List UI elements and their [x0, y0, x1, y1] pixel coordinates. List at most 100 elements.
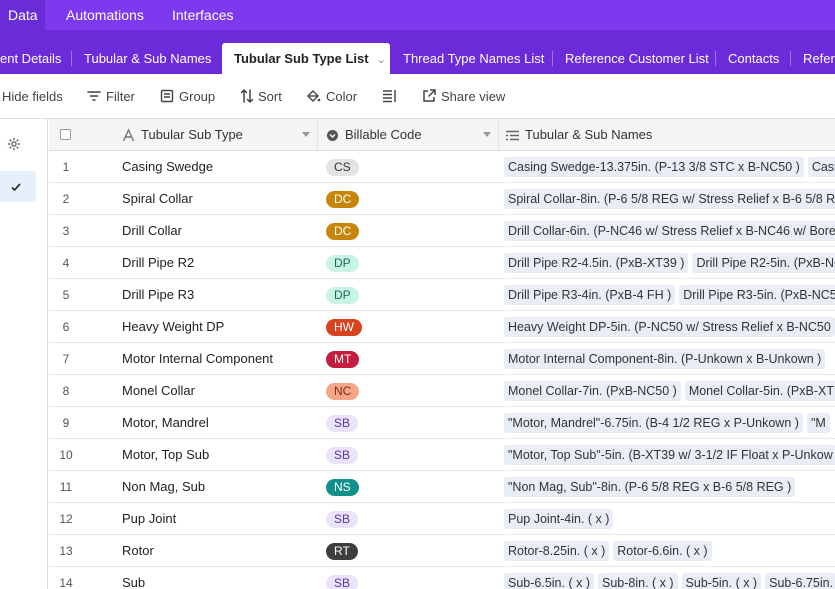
billable-code-badge[interactable]: RT — [326, 543, 358, 560]
select-all-checkbox[interactable] — [60, 129, 71, 140]
table-row[interactable]: 12 Pup Joint SB Pup Joint-4in. ( x ) — [49, 503, 835, 535]
linked-records-cell[interactable]: Drill Collar-6in. (P-NC46 w/ Stress Reli… — [504, 215, 835, 247]
billable-code-badge[interactable]: CS — [326, 159, 359, 176]
filter-button[interactable]: Filter — [86, 74, 146, 119]
sub-type-cell[interactable]: Motor, Mandrel — [122, 407, 209, 439]
sub-type-cell[interactable]: Rotor — [122, 535, 154, 567]
billable-code-badge[interactable]: DC — [326, 223, 360, 240]
column-header-tubular-sub-names[interactable]: Tubular & Sub Names — [505, 119, 835, 151]
linked-records-cell[interactable]: "Motor, Top Sub"-5in. (B-XT39 w/ 3-1/2 I… — [504, 439, 835, 471]
sub-type-cell[interactable]: Casing Swedge — [122, 151, 213, 183]
sub-type-cell[interactable]: Sub — [122, 567, 145, 589]
table-row[interactable]: 5 Drill Pipe R3 DP Drill Pipe R3-4in. (PxB-… — [49, 279, 835, 311]
linked-records-cell[interactable]: Pup Joint-4in. ( x ) — [504, 503, 835, 535]
linked-records-cell[interactable]: Spiral Collar-8in. (P-6 5/8 REG w/ Stres… — [504, 183, 835, 215]
table-row[interactable]: 11 Non Mag, Sub NS "Non Mag, Sub"-8in. (P-6… — [49, 471, 835, 503]
sub-type-cell[interactable]: Non Mag, Sub — [122, 471, 205, 503]
tab-reference-customer-list[interactable]: Reference Customer List — [565, 43, 709, 74]
billable-code-badge[interactable]: MT — [326, 351, 360, 368]
column-header-billable-code[interactable]: Billable Code — [326, 119, 501, 151]
linked-records-cell[interactable]: "Non Mag, Sub"-8in. (P-6 5/8 REG x B-6 5… — [504, 471, 835, 503]
linked-records-cell[interactable]: Drill Pipe R3-4in. (PxB-4 FH ) Drill Pipe… — [504, 279, 835, 311]
table-row[interactable]: 3 Drill Collar DC Drill Collar-6in. (P-NC46… — [49, 215, 835, 247]
linked-record-chip[interactable]: Rotor-6.6in. ( x ) — [613, 541, 712, 561]
billable-code-badge[interactable]: DP — [326, 255, 359, 272]
share-view-button[interactable]: Share view — [421, 74, 505, 119]
linked-records-cell[interactable]: "Motor, Mandrel"-6.75in. (B-4 1/2 REG x … — [504, 407, 835, 439]
linked-record-chip[interactable]: Monel Collar-5in. (PxB-XT — [684, 381, 835, 401]
linked-record-chip[interactable]: Drill Pipe R2-4.5in. (PxB-XT39 ) — [504, 253, 689, 273]
sub-type-cell[interactable]: Monel Collar — [122, 375, 195, 407]
billable-code-badge[interactable]: DC — [326, 191, 360, 208]
linked-record-chip[interactable]: "M — [806, 413, 830, 433]
linked-record-chip[interactable]: Drill Pipe R3-5in. (PxB-NC5 — [679, 285, 835, 305]
nav-data[interactable]: Data — [0, 0, 45, 30]
selected-view-item[interactable] — [0, 171, 36, 202]
table-row[interactable]: 8 Monel Collar NC Monel Collar-7in. (PxB-NC… — [49, 375, 835, 407]
table-row[interactable]: 9 Motor, Mandrel SB "Motor, Mandrel"-6.75in… — [49, 407, 835, 439]
table-row[interactable]: 10 Motor, Top Sub SB "Motor, Top Sub"-5in. … — [49, 439, 835, 471]
nav-automations[interactable]: Automations — [66, 0, 144, 30]
group-button[interactable]: Group — [159, 74, 221, 119]
tab-thread-type-names-list[interactable]: Thread Type Names List — [403, 43, 544, 74]
linked-record-chip[interactable]: Spiral Collar-8in. (P-6 5/8 REG w/ Stres… — [504, 189, 835, 209]
billable-code-badge[interactable]: DP — [326, 287, 359, 304]
sub-type-cell[interactable]: Spiral Collar — [122, 183, 193, 215]
sub-type-cell[interactable]: Pup Joint — [122, 503, 176, 535]
linked-records-cell[interactable]: Monel Collar-7in. (PxB-NC50 ) Monel Colla… — [504, 375, 835, 407]
sub-type-cell[interactable]: Heavy Weight DP — [122, 311, 224, 343]
table-row[interactable]: 14 Sub SB Sub-6.5in. ( x ) Sub-8in. ( x ) Sub… — [49, 567, 835, 589]
column-header-sub-type[interactable]: Tubular Sub Type — [122, 119, 317, 151]
tab-contacts[interactable]: Contacts — [728, 43, 779, 74]
linked-record-chip[interactable]: "Motor, Mandrel"-6.75in. (B-4 1/2 REG x … — [504, 413, 803, 433]
sub-type-cell[interactable]: Drill Pipe R2 — [122, 247, 194, 279]
linked-record-chip[interactable]: Motor Internal Component-8in. (P-Unkown … — [504, 349, 826, 369]
linked-record-chip[interactable]: Sub-5in. ( x ) — [681, 573, 762, 589]
table-row[interactable]: 6 Heavy Weight DP HW Heavy Weight DP-5in. (… — [49, 311, 835, 343]
linked-record-chip[interactable]: Heavy Weight DP-5in. (P-NC50 w/ Stress R… — [504, 317, 835, 337]
column-menu-icon[interactable] — [302, 132, 310, 137]
billable-code-badge[interactable]: SB — [326, 575, 359, 589]
table-row[interactable]: 7 Motor Internal Component MT Motor Interna… — [49, 343, 835, 375]
sub-type-cell[interactable]: Motor, Top Sub — [122, 439, 209, 471]
table-row[interactable]: 1 Casing Swedge CS Casing Swedge-13.375in. … — [49, 151, 835, 183]
table-row[interactable]: 4 Drill Pipe R2 DP Drill Pipe R2-4.5in. (Px… — [49, 247, 835, 279]
tab-client-details[interactable]: ent Details — [0, 43, 61, 74]
tab-tubular-sub-names[interactable]: Tubular & Sub Names — [84, 43, 211, 74]
table-row[interactable]: 13 Rotor RT Rotor-8.25in. ( x ) Rotor-6.6in.… — [49, 535, 835, 567]
table-row[interactable]: 2 Spiral Collar DC Spiral Collar-8in. (P-6 … — [49, 183, 835, 215]
linked-record-chip[interactable]: Monel Collar-7in. (PxB-NC50 ) — [504, 381, 681, 401]
color-button[interactable]: Color — [305, 74, 361, 119]
linked-record-chip[interactable]: Casing Swedge-13.375in. (P-13 3/8 STC x … — [504, 157, 804, 177]
linked-record-chip[interactable]: Drill Pipe R3-4in. (PxB-4 FH ) — [504, 285, 676, 305]
sub-type-cell[interactable]: Drill Collar — [122, 215, 182, 247]
linked-record-chip[interactable]: Drill Collar-6in. (P-NC46 w/ Stress Reli… — [504, 221, 835, 241]
billable-code-badge[interactable]: SB — [326, 447, 359, 464]
billable-code-badge[interactable]: NS — [326, 479, 359, 496]
sub-type-cell[interactable]: Drill Pipe R3 — [122, 279, 194, 311]
sub-type-cell[interactable]: Motor Internal Component — [122, 343, 273, 375]
column-menu-icon[interactable] — [483, 132, 491, 137]
linked-records-cell[interactable]: Motor Internal Component-8in. (P-Unkown … — [504, 343, 835, 375]
billable-code-badge[interactable]: NC — [326, 383, 360, 400]
linked-records-cell[interactable]: Sub-6.5in. ( x ) Sub-8in. ( x ) Sub-5in. (… — [504, 567, 835, 589]
linked-record-chip[interactable]: Drill Pipe R2-5in. (PxB-NC — [692, 253, 835, 273]
linked-record-chip[interactable]: Sub-8in. ( x ) — [597, 573, 678, 589]
gear-icon[interactable] — [7, 137, 21, 151]
linked-record-chip[interactable]: Sub-6.5in. ( x ) — [504, 573, 594, 589]
linked-records-cell[interactable]: Heavy Weight DP-5in. (P-NC50 w/ Stress R… — [504, 311, 835, 343]
chevron-down-icon[interactable]: ⌄ — [377, 45, 386, 76]
row-height-button[interactable] — [381, 74, 401, 119]
linked-records-cell[interactable]: Drill Pipe R2-4.5in. (PxB-XT39 ) Drill Pi… — [504, 247, 835, 279]
linked-record-chip[interactable]: "Motor, Top Sub"-5in. (B-XT39 w/ 3-1/2 I… — [504, 445, 835, 465]
linked-record-chip[interactable]: Pup Joint-4in. ( x ) — [504, 509, 614, 529]
tab-reference[interactable]: Refer — [803, 43, 835, 74]
tab-tubular-sub-type-list[interactable]: Tubular Sub Type List ⌄ — [222, 43, 390, 74]
billable-code-badge[interactable]: SB — [326, 511, 359, 528]
linked-record-chip[interactable]: Rotor-8.25in. ( x ) — [504, 541, 610, 561]
sort-button[interactable]: Sort — [239, 74, 289, 119]
billable-code-badge[interactable]: HW — [326, 319, 362, 336]
nav-interfaces[interactable]: Interfaces — [172, 0, 233, 30]
linked-records-cell[interactable]: Casing Swedge-13.375in. (P-13 3/8 STC x … — [504, 151, 835, 183]
linked-record-chip[interactable]: "Non Mag, Sub"-8in. (P-6 5/8 REG x B-6 5… — [504, 477, 796, 497]
